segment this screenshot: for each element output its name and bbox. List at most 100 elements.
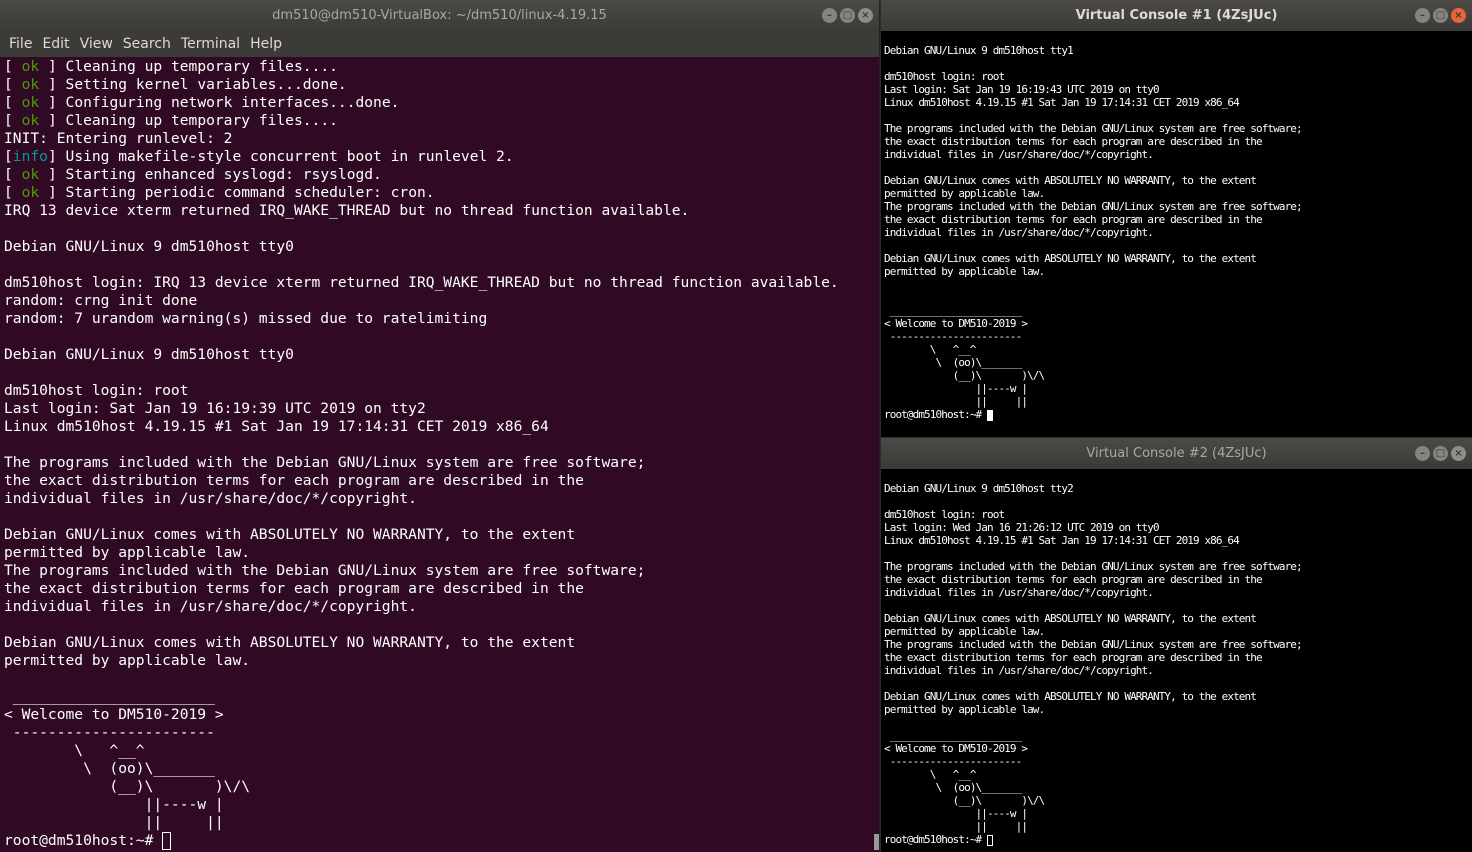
terminal-line-text: random: 7 urandom warning(s) missed due … [4,310,488,327]
console-line: the exact distribution terms for each pr… [884,651,1263,664]
console-line: permitted by applicable law. [884,703,1045,716]
terminal-line: < Welcome to DM510-2019 > [4,706,873,724]
menu-help[interactable]: Help [245,36,287,52]
console-line: dm510host login: root [884,508,1005,521]
terminal-line-text: \ (oo)\_______ [4,760,215,777]
main-terminal-titlebar[interactable]: dm510@dm510-VirtualBox: ~/dm510/linux-4.… [0,0,879,31]
prompt-line[interactable]: root@dm510host:~# [4,832,873,850]
terminal-line: [ ok ] Configuring network interfaces...… [4,94,400,111]
terminal-line: [ ok ] Setting kernel variables...done. [4,76,347,93]
console-line: individual files in /usr/share/doc/*/cop… [884,148,1154,161]
terminal-line-text: Cleaning up temporary files.... [65,58,338,75]
minimize-button[interactable]: – [1415,446,1430,461]
menu-file[interactable]: File [4,36,37,52]
console-line: || || [884,820,1028,833]
terminal-line: the exact distribution terms for each pr… [4,580,873,598]
terminal-line-text: The programs included with the Debian GN… [4,562,646,579]
close-button[interactable]: × [858,8,873,23]
virtual-console-2-window[interactable]: Virtual Console #2 (4ZsJUc) – □ × Debian… [881,438,1472,852]
terminal-line: || || [4,814,873,832]
terminal-line: random: crng init done [4,292,873,310]
menu-search[interactable]: Search [118,36,176,52]
console-line: < Welcome to DM510-2019 > [884,317,1028,330]
terminal-line-text: _______________________ [4,688,215,705]
window-title: dm510@dm510-VirtualBox: ~/dm510/linux-4.… [272,8,607,23]
terminal-line: The programs included with the Debian GN… [4,454,873,472]
menu-view[interactable]: View [75,36,118,52]
console-line: \ (oo)\_______ [884,356,1023,369]
shell-prompt: root@dm510host:~# [4,832,163,849]
terminal-line-text: Starting enhanced syslogd: rsyslogd. [65,166,382,183]
close-button[interactable]: × [1451,446,1466,461]
minimize-button[interactable]: – [822,8,837,23]
shell-prompt: root@dm510host:~# [884,408,988,421]
terminal-line-text: INIT: Entering runlevel: 2 [4,130,233,147]
shell-prompt: root@dm510host:~# [884,833,988,846]
terminal-line-text: Using makefile-style concurrent boot in … [65,148,514,165]
terminal-line-text: Starting periodic command scheduler: cro… [65,184,435,201]
main-terminal-window[interactable]: dm510@dm510-VirtualBox: ~/dm510/linux-4.… [0,0,880,852]
vc2-title: Virtual Console #2 (4ZsJUc) [1086,446,1267,461]
terminal-line-text: Debian GNU/Linux comes with ABSOLUTELY N… [4,526,576,543]
maximize-button[interactable]: □ [1433,446,1448,461]
console-line: permitted by applicable law. [884,265,1045,278]
console-line: (__)\ )\/\ [884,794,1045,807]
status-tag-ok: ok [12,166,48,183]
terminal-line: dm510host login: root [4,382,873,400]
prompt-line[interactable]: root@dm510host:~# [884,408,1472,421]
minimize-button[interactable]: – [1415,8,1430,23]
terminal-line-text: Cleaning up temporary files.... [65,112,338,129]
terminal-line: \ ^__^ [4,742,873,760]
console-line: individual files in /usr/share/doc/*/cop… [884,586,1154,599]
vc1-titlebar[interactable]: Virtual Console #1 (4ZsJUc) – □ × [881,0,1472,31]
close-button[interactable]: × [1451,8,1466,23]
console-line: The programs included with the Debian GN… [884,122,1303,135]
terminal-line: permitted by applicable law. [4,544,873,562]
status-tag-ok: ok [12,112,48,129]
virtual-console-1-window[interactable]: Virtual Console #1 (4ZsJUc) – □ × Debian… [881,0,1472,437]
status-tag-ok: ok [12,76,48,93]
terminal-line: ||----w | [4,796,873,814]
terminal-line-text: dm510host login: IRQ 13 device xterm ret… [4,274,839,291]
terminal-line-text: Debian GNU/Linux 9 dm510host tty0 [4,238,294,255]
terminal-line: [ ok ] Starting enhanced syslogd: rsyslo… [4,166,382,183]
terminal-line-text: IRQ 13 device xterm returned IRQ_WAKE_TH… [4,202,690,219]
status-tag-ok: ok [12,94,48,111]
menu-terminal[interactable]: Terminal [176,36,245,52]
console-line: Linux dm510host 4.19.15 #1 Sat Jan 19 17… [884,96,1240,109]
vc2-console-output[interactable]: Debian GNU/Linux 9 dm510host tty2 dm510ho… [884,469,1472,852]
console-line: dm510host login: root [884,70,1005,83]
terminal-line: \ (oo)\_______ [4,760,873,778]
menu-edit[interactable]: Edit [37,36,74,52]
terminal-line-text: the exact distribution terms for each pr… [4,472,584,489]
text-cursor [987,834,994,846]
status-tag-info: info [12,148,48,165]
console-line: The programs included with the Debian GN… [884,560,1303,573]
console-line: _______________________ [884,729,1023,742]
terminal-line-text: \ ^__^ [4,742,145,759]
prompt-line[interactable]: root@dm510host:~# [884,833,1472,846]
vc1-console-output[interactable]: Debian GNU/Linux 9 dm510host tty1 dm510ho… [884,31,1472,437]
terminal-line: INIT: Entering runlevel: 2 [4,130,873,148]
terminal-line: individual files in /usr/share/doc/*/cop… [4,598,873,616]
terminal-line-text: dm510host login: root [4,382,189,399]
console-line: \ (oo)\_______ [884,781,1023,794]
scrollbar[interactable] [874,834,879,850]
maximize-button[interactable]: □ [1433,8,1448,23]
terminal-line: [ ok ] Cleaning up temporary files.... [4,58,338,75]
terminal-line: IRQ 13 device xterm returned IRQ_WAKE_TH… [4,202,873,220]
vc2-titlebar[interactable]: Virtual Console #2 (4ZsJUc) – □ × [881,438,1472,469]
maximize-button[interactable]: □ [840,8,855,23]
terminal-output[interactable]: [ ok ] Cleaning up temporary files....[ … [4,58,873,852]
terminal-line: Debian GNU/Linux comes with ABSOLUTELY N… [4,634,873,652]
